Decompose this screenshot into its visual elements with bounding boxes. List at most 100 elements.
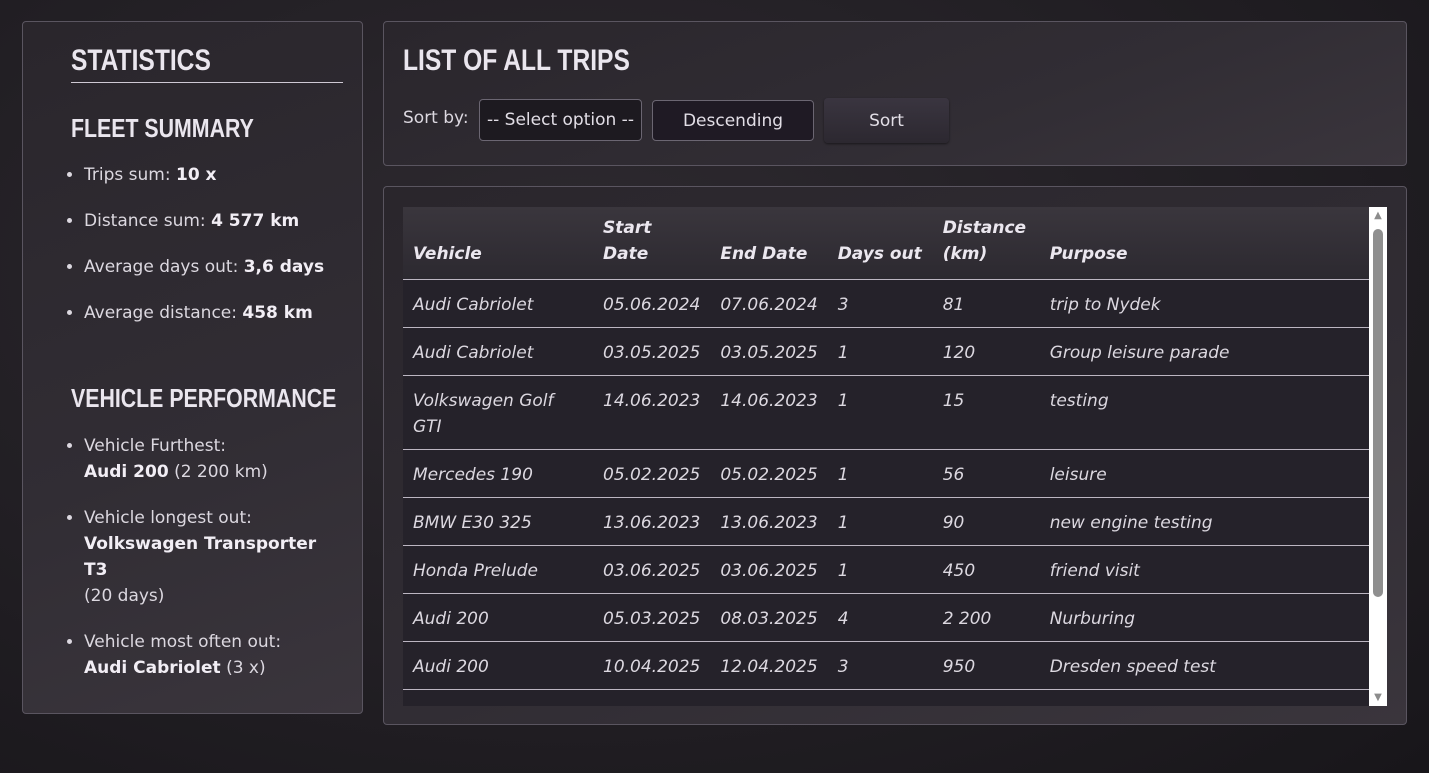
cell-start-date: 13.06.2023 [593, 497, 711, 546]
cell-purpose: leisure [1039, 449, 1369, 498]
cell-purpose: relax wandering [1039, 689, 1369, 706]
scroll-down-arrow-icon[interactable]: ▼ [1369, 689, 1387, 706]
stat-vehicle-furthest: Vehicle Furthest:Audi 200 (2 200 km) [84, 433, 343, 485]
cell-days-out: 3 [827, 279, 933, 328]
table-body: Audi Cabriolet 05.06.2024 07.06.2024 3 81 tri… [403, 279, 1369, 706]
stat-value: 458 km [242, 303, 313, 323]
cell-days-out: 3 [827, 641, 933, 690]
sort-order-button[interactable]: Descending [652, 100, 814, 141]
cell-days-out: 1 [827, 545, 933, 594]
table-row: Audi 200 10.04.2025 12.04.2025 3 950 Dresden … [403, 641, 1369, 690]
cell-end-date: 21.06.2025 [710, 689, 828, 706]
cell-distance: 55 [932, 689, 1040, 706]
cell-distance: 120 [932, 327, 1040, 376]
cell-vehicle: BMW E30 325 [403, 497, 593, 546]
cell-end-date: 13.06.2023 [710, 497, 828, 546]
table-row: BMW E30 325 13.06.2023 13.06.2023 1 90 new en… [403, 497, 1369, 546]
header-purpose: Purpose [1039, 207, 1369, 280]
stat-vehicle-most-often-out: Vehicle most often out:Audi Cabriolet (3… [84, 629, 343, 681]
table-row: Audi Cabriolet 05.06.2024 07.06.2024 3 81 tri… [403, 279, 1369, 328]
stat-value: 3,6 days [243, 257, 325, 277]
cell-start-date: 21.06.2025 [593, 689, 711, 706]
cell-start-date: 03.05.2025 [593, 327, 711, 376]
cell-end-date: 03.05.2025 [710, 327, 828, 376]
cell-vehicle: Audi Cabriolet [403, 327, 593, 376]
cell-distance: 56 [932, 449, 1040, 498]
cell-end-date: 12.04.2025 [710, 641, 828, 690]
cell-purpose: testing [1039, 375, 1369, 450]
trips-table-scroll-area[interactable]: Vehicle Start Date End Date Days out Dis… [403, 207, 1387, 706]
trips-table-panel: Vehicle Start Date End Date Days out Dis… [383, 186, 1407, 725]
cell-start-date: 05.06.2024 [593, 279, 711, 328]
header-distance: Distance (km) [932, 207, 1040, 280]
statistics-panel: Statistics Fleet Summary Trips sum: 10 x… [22, 21, 363, 714]
stat-vehicle-longest-out: Vehicle longest out:Volkswagen Transport… [84, 505, 343, 609]
cell-end-date: 03.06.2025 [710, 545, 828, 594]
sort-by-label: Sort by: [403, 108, 469, 128]
cell-vehicle: Audi Cabriolet [403, 689, 593, 706]
cell-days-out: 1 [827, 327, 933, 376]
cell-distance: 15 [932, 375, 1040, 450]
vertical-scrollbar[interactable]: ▲ ▼ [1369, 207, 1387, 706]
table-row: Audi 200 05.03.2025 08.03.2025 4 2 200 Nurbur… [403, 593, 1369, 642]
vehicle-performance-list: Vehicle Furthest:Audi 200 (2 200 km) Veh… [71, 433, 343, 681]
cell-start-date: 10.04.2025 [593, 641, 711, 690]
trips-table: Vehicle Start Date End Date Days out Dis… [403, 207, 1369, 706]
header-days-out: Days out [827, 207, 933, 280]
cell-start-date: 03.06.2025 [593, 545, 711, 594]
cell-purpose: trip to Nydek [1039, 279, 1369, 328]
trips-header-panel: List of all trips Sort by: -- Select opt… [383, 21, 1407, 166]
cell-end-date: 08.03.2025 [710, 593, 828, 642]
cell-distance: 90 [932, 497, 1040, 546]
table-row: Volkswagen Golf GTI 14.06.2023 14.06.2023 1… [403, 375, 1369, 450]
scrollbar-thumb[interactable] [1373, 229, 1383, 597]
cell-vehicle: Volkswagen Golf GTI [403, 375, 593, 450]
cell-purpose: new engine testing [1039, 497, 1369, 546]
cell-days-out: 1 [827, 449, 933, 498]
table-header-row: Vehicle Start Date End Date Days out Dis… [403, 207, 1369, 280]
cell-purpose: Group leisure parade [1039, 327, 1369, 376]
table-row: Honda Prelude 03.06.2025 03.06.2025 1 450 fri… [403, 545, 1369, 594]
cell-days-out: 4 [827, 593, 933, 642]
statistics-title: Statistics [71, 44, 211, 77]
cell-end-date: 14.06.2023 [710, 375, 828, 450]
cell-end-date: 05.02.2025 [710, 449, 828, 498]
header-vehicle: Vehicle [403, 207, 593, 280]
cell-start-date: 05.03.2025 [593, 593, 711, 642]
cell-distance: 450 [932, 545, 1040, 594]
stat-value: 10 x [175, 165, 217, 185]
cell-purpose: friend visit [1039, 545, 1369, 594]
cell-purpose: Dresden speed test [1039, 641, 1369, 690]
cell-end-date: 07.06.2024 [710, 279, 828, 328]
cell-distance: 950 [932, 641, 1040, 690]
cell-vehicle: Audi 200 [403, 641, 593, 690]
header-end-date: End Date [710, 207, 828, 280]
cell-start-date: 14.06.2023 [593, 375, 711, 450]
stat-value: Audi 200 [84, 462, 169, 482]
table-row: Audi Cabriolet 03.05.2025 03.05.2025 1 120 Gr… [403, 327, 1369, 376]
stat-distance-sum: Distance sum: 4 577 km [84, 209, 343, 233]
scroll-up-arrow-icon[interactable]: ▲ [1369, 207, 1387, 224]
vehicle-performance-title: Vehicle Performance [71, 383, 337, 413]
sort-field-select[interactable]: -- Select option -- [479, 99, 642, 141]
cell-start-date: 05.02.2025 [593, 449, 711, 498]
stat-value: 4 577 km [211, 211, 300, 231]
cell-vehicle: Honda Prelude [403, 545, 593, 594]
sort-button[interactable]: Sort [824, 98, 949, 143]
cell-days-out: 1 [827, 689, 933, 706]
stat-value: Volkswagen Transporter T3 [84, 534, 317, 580]
stat-average-days-out: Average days out: 3,6 days [84, 255, 343, 279]
cell-distance: 2 200 [932, 593, 1040, 642]
cell-days-out: 1 [827, 375, 933, 450]
cell-vehicle: Audi Cabriolet [403, 279, 593, 328]
cell-purpose: Nurburing [1039, 593, 1369, 642]
trips-title: List of all trips [403, 44, 630, 77]
table-row: Mercedes 190 05.02.2025 05.02.2025 1 56 leisu… [403, 449, 1369, 498]
table-row: Audi Cabriolet21.06.202521.06.2025155rel… [403, 689, 1369, 706]
statistics-divider [71, 82, 343, 83]
stat-value: Audi Cabriolet [84, 658, 221, 678]
fleet-summary-title: Fleet Summary [71, 113, 254, 143]
stat-average-distance: Average distance: 458 km [84, 301, 343, 325]
cell-days-out: 1 [827, 497, 933, 546]
cell-vehicle: Audi 200 [403, 593, 593, 642]
